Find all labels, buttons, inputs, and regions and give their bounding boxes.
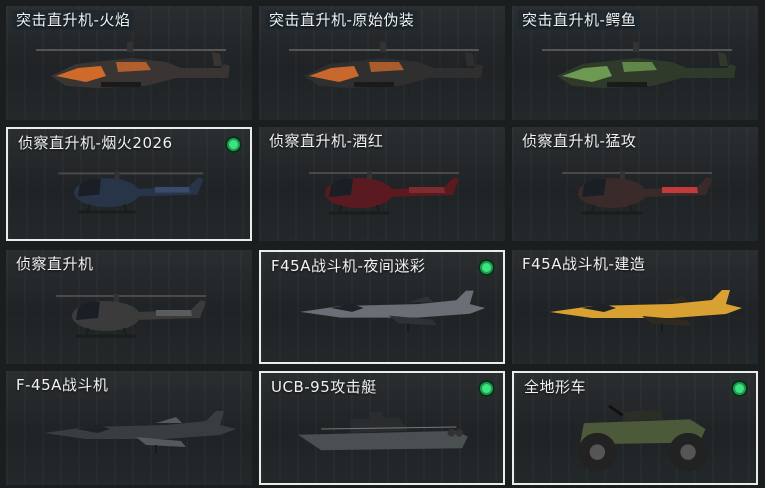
scout-helicopter-icon	[58, 171, 204, 214]
scout-helicopter-icon	[309, 171, 459, 215]
owned-indicator-icon	[731, 380, 748, 397]
vehicle-card[interactable]: 侦察直升机	[6, 250, 252, 364]
vehicle-card[interactable]: 突击直升机-鳄鱼	[512, 6, 758, 120]
owned-indicator-icon	[478, 259, 495, 276]
vehicle-name: 突击直升机-鳄鱼	[518, 10, 641, 30]
attack-helicopter-icon	[542, 42, 736, 98]
vehicle-name: 全地形车	[524, 378, 587, 396]
vehicle-name: F45A战斗机-夜间迷彩	[271, 257, 426, 275]
vehicle-skin-grid: 突击直升机-火焰 突击直升机-原始伪装 突击直升机-鳄鱼侦察直升机-烟火2026 侦察…	[0, 0, 765, 488]
vehicle-name: UCB-95攻击艇	[271, 378, 377, 396]
fighter-jet-icon	[550, 290, 742, 332]
attack-helicopter-icon	[289, 42, 483, 98]
fighter-jet-icon	[44, 411, 236, 453]
scout-helicopter-icon	[56, 294, 206, 338]
vehicle-card[interactable]: 侦察直升机-猛攻	[512, 127, 758, 241]
atv-icon	[578, 404, 708, 472]
attack-boat-icon	[298, 411, 468, 451]
vehicle-card[interactable]: 突击直升机-原始伪装	[259, 6, 505, 120]
owned-indicator-icon	[478, 380, 495, 397]
vehicle-card[interactable]: UCB-95攻击艇	[259, 371, 505, 485]
vehicle-card[interactable]: 全地形车	[512, 371, 758, 485]
vehicle-name: F45A战斗机-建造	[522, 255, 646, 273]
scout-helicopter-icon	[562, 171, 712, 215]
owned-indicator-icon	[225, 136, 242, 153]
vehicle-name: 侦察直升机	[16, 255, 94, 273]
fighter-jet-icon	[299, 290, 486, 332]
vehicle-name: F-45A战斗机	[16, 376, 109, 394]
vehicle-card[interactable]: F-45A战斗机	[6, 371, 252, 485]
vehicle-name: 侦察直升机-酒红	[269, 132, 384, 150]
attack-helicopter-icon	[36, 42, 230, 98]
vehicle-card[interactable]: F45A战斗机-夜间迷彩	[259, 250, 505, 364]
vehicle-card[interactable]: 侦察直升机-烟火2026	[6, 127, 252, 241]
vehicle-card[interactable]: 侦察直升机-酒红	[259, 127, 505, 241]
vehicle-name: 侦察直升机-猛攻	[522, 132, 637, 150]
vehicle-name: 突击直升机-火焰	[12, 10, 135, 30]
vehicle-name: 突击直升机-原始伪装	[265, 10, 419, 30]
vehicle-card[interactable]: 突击直升机-火焰	[6, 6, 252, 120]
vehicle-card[interactable]: F45A战斗机-建造	[512, 250, 758, 364]
vehicle-name: 侦察直升机-烟火2026	[18, 134, 173, 152]
